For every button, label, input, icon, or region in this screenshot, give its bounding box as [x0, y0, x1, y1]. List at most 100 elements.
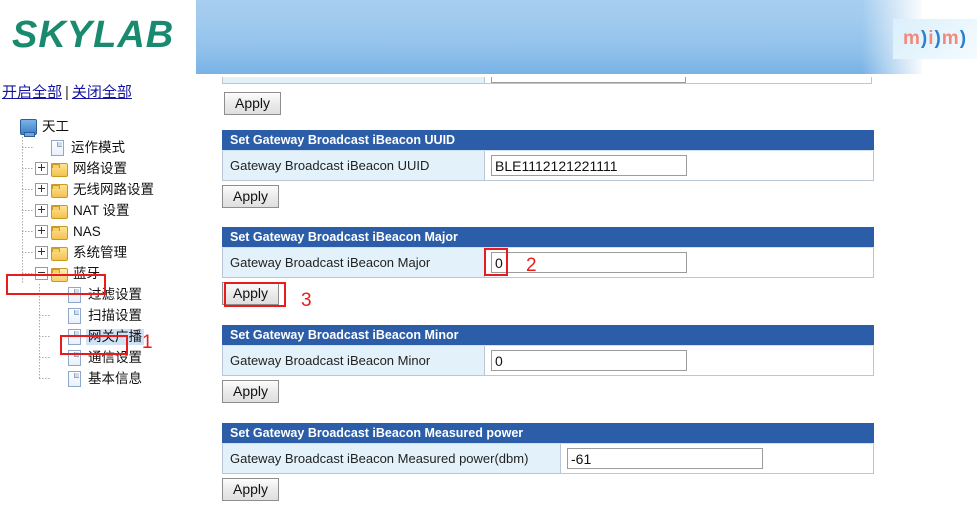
folder-icon-glyph: [51, 205, 68, 219]
tree-guide-line: [39, 305, 52, 326]
clipped-previous-row: [222, 61, 872, 84]
sidebar-item-过滤设置[interactable]: 过滤设置: [6, 284, 206, 305]
uuid-apply-button[interactable]: Apply: [222, 185, 280, 208]
expand-icon[interactable]: [35, 183, 48, 196]
section-measured-power: Set Gateway Broadcast iBeacon Measured p…: [222, 423, 874, 501]
sidebar-item-label: 网关广播: [86, 328, 144, 345]
sidebar-item-扫描设置[interactable]: 扫描设置: [6, 305, 206, 326]
page-icon-glyph: [68, 371, 81, 387]
tree-toggle-links: 开启全部 | 关闭全部: [2, 81, 132, 102]
computer-icon-glyph: [20, 119, 37, 137]
section-minor-value-cell: [485, 346, 873, 375]
page-icon-glyph: [68, 308, 81, 324]
sidebar-item-label: NAT 设置: [73, 202, 130, 218]
sidebar-item-label: 扫描设置: [88, 307, 142, 323]
tree-guide-line: [22, 242, 35, 263]
page-icon-glyph: [68, 350, 81, 366]
mim-logo-i: i: [928, 28, 935, 49]
section-measured-power-row: Gateway Broadcast iBeacon Measured power…: [222, 444, 874, 474]
sidebar-item-label: 网络设置: [73, 160, 127, 176]
measured-power-apply-button[interactable]: Apply: [222, 478, 280, 501]
sidebar-item-基本信息[interactable]: 基本信息: [6, 368, 206, 389]
sidebar-item-蓝牙[interactable]: 蓝牙: [6, 263, 206, 284]
sidebar-item-通信设置[interactable]: 通信设置: [6, 347, 206, 368]
sidebar: 开启全部 | 关闭全部 天工运作模式网络设置无线网路设置 NAT 设置 NAS 系统管理蓝…: [0, 78, 210, 506]
expand-icon[interactable]: [35, 246, 48, 259]
section-major: Set Gateway Broadcast iBeacon Major Gate…: [222, 227, 874, 305]
tree-guide-line: [39, 284, 52, 305]
sidebar-item-label: 运作模式: [71, 139, 125, 155]
folder-icon: [51, 224, 68, 240]
folder-icon: [51, 245, 68, 261]
sidebar-item-天工[interactable]: 天工: [6, 116, 206, 137]
uuid-input[interactable]: [491, 155, 687, 176]
mim-logo-p3: ): [959, 28, 968, 49]
page-icon-glyph: [68, 287, 81, 303]
page-icon: [66, 371, 82, 387]
section-measured-power-value-cell: [561, 444, 873, 473]
section-minor-row: Gateway Broadcast iBeacon Minor: [222, 346, 874, 376]
sidebar-item-运作模式[interactable]: 运作模式: [6, 137, 206, 158]
sidebar-item-网络设置[interactable]: 网络设置: [6, 158, 206, 179]
major-input[interactable]: [491, 252, 687, 273]
tree-guide-line: [22, 179, 35, 200]
page-icon: [66, 329, 82, 345]
sidebar-item-无线网路设置[interactable]: 无线网路设置: [6, 179, 206, 200]
clipped-input: [491, 61, 686, 83]
mim-logo: m) i) m): [893, 19, 977, 59]
folder-open-icon: [51, 266, 68, 282]
mim-logo-m2: m: [941, 28, 960, 49]
folder-icon-glyph: [51, 163, 68, 177]
sidebar-item-NAT 设置[interactable]: NAT 设置: [6, 200, 206, 221]
page-icon-glyph: [68, 329, 81, 345]
minor-apply-button[interactable]: Apply: [222, 380, 280, 403]
folder-icon-glyph: [51, 247, 68, 261]
expand-icon[interactable]: [35, 162, 48, 175]
page-icon: [66, 287, 82, 303]
sidebar-item-网关广播[interactable]: 网关广播: [6, 326, 206, 347]
top-apply-button[interactable]: Apply: [224, 92, 282, 115]
collapse-all-link[interactable]: 关闭全部: [72, 84, 132, 101]
collapse-icon[interactable]: [35, 267, 48, 280]
sidebar-item-NAS[interactable]: NAS: [6, 221, 206, 242]
folder-icon-glyph: [51, 226, 68, 240]
nav-tree: 天工运作模式网络设置无线网路设置 NAT 设置 NAS 系统管理 蓝牙 过滤设置扫描设置网…: [6, 116, 206, 389]
folder-icon: [51, 203, 68, 219]
minor-input[interactable]: [491, 350, 687, 371]
folder-open-icon-glyph: [51, 268, 68, 282]
sidebar-item-label: 基本信息: [88, 370, 142, 386]
main-content: Apply Set Gateway Broadcast iBeacon UUID…: [222, 61, 980, 506]
section-uuid-row: Gateway Broadcast iBeacon UUID: [222, 151, 874, 181]
section-minor-title: Set Gateway Broadcast iBeacon Minor: [222, 325, 874, 346]
measured-power-input[interactable]: [567, 448, 763, 469]
expand-icon[interactable]: [35, 204, 48, 217]
section-uuid-value-cell: [485, 151, 873, 180]
tree-guide-line: [39, 347, 52, 368]
major-apply-button[interactable]: Apply: [222, 282, 280, 305]
tree-guide-line: [22, 263, 35, 284]
section-major-title: Set Gateway Broadcast iBeacon Major: [222, 227, 874, 248]
sidebar-item-label: NAS: [73, 223, 101, 239]
section-uuid-label: Gateway Broadcast iBeacon UUID: [223, 151, 485, 180]
section-major-row: Gateway Broadcast iBeacon Major: [222, 248, 874, 278]
tree-guide-line: [39, 368, 52, 389]
expand-all-link[interactable]: 开启全部: [2, 84, 62, 101]
sidebar-item-系统管理[interactable]: 系统管理: [6, 242, 206, 263]
folder-icon-glyph: [51, 184, 68, 198]
link-separator: |: [65, 84, 69, 101]
section-minor: Set Gateway Broadcast iBeacon Minor Gate…: [222, 325, 874, 403]
top-banner: SKYLAB m) i) m): [0, 0, 980, 77]
page-icon: [66, 308, 82, 324]
section-major-value-cell: [485, 248, 873, 277]
mim-logo-p2: ): [934, 28, 942, 49]
page-icon: [66, 350, 82, 366]
skylab-logo: SKYLAB: [12, 14, 175, 56]
tree-guide-line: [22, 200, 35, 221]
tree-guide-line: [22, 221, 35, 242]
expand-icon[interactable]: [35, 225, 48, 238]
section-major-label: Gateway Broadcast iBeacon Major: [223, 248, 485, 277]
